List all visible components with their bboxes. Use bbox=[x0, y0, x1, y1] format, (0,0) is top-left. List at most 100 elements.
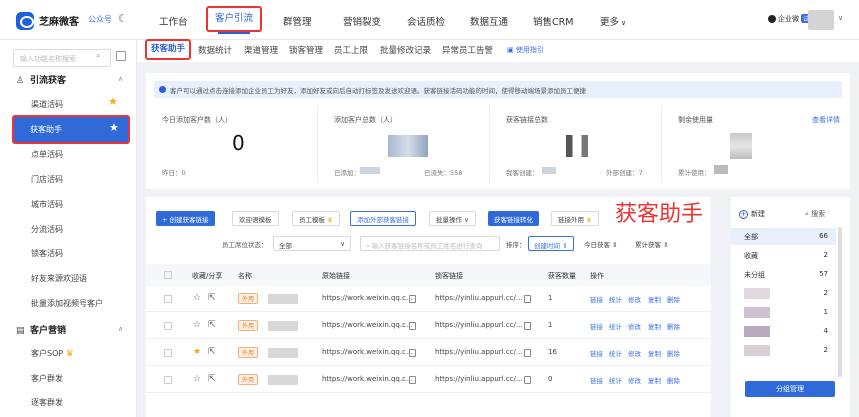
add-external-link-button[interactable]: 添加外部获客链接 bbox=[350, 211, 416, 226]
row-action[interactable]: 复制 bbox=[648, 321, 661, 331]
group-item[interactable]: 1 bbox=[731, 304, 836, 321]
star-icon[interactable]: ★ bbox=[109, 121, 119, 134]
copy-icon[interactable] bbox=[524, 349, 531, 357]
tab-staff-alert[interactable]: 异常员工告警 bbox=[442, 44, 493, 56]
create-link-button[interactable]: + 创建获客链接 bbox=[156, 211, 215, 226]
tab-statistics[interactable]: 数据统计 bbox=[198, 44, 232, 56]
nav-workbench[interactable]: 工作台 bbox=[159, 14, 188, 28]
row-action[interactable]: 链接 bbox=[590, 348, 603, 358]
row-action[interactable]: 修改 bbox=[628, 348, 641, 358]
welcome-template-button[interactable]: 欢迎语模板 bbox=[232, 211, 279, 226]
row-action[interactable]: 复制 bbox=[648, 294, 661, 304]
row-action[interactable]: 复制 bbox=[648, 375, 661, 385]
sidebar-item-channel-code[interactable]: 渠道活码 bbox=[31, 99, 63, 110]
row-action[interactable]: 统计 bbox=[609, 348, 622, 358]
lock-link[interactable]: https://yinliu.appurl.cc/... bbox=[435, 321, 523, 329]
chevron-down-icon[interactable]: ∨ bbox=[838, 14, 843, 22]
row-action[interactable]: 删除 bbox=[667, 294, 680, 304]
staff-template-button[interactable]: 员工模板 ♛ bbox=[292, 211, 340, 226]
star-icon[interactable]: ★ bbox=[108, 95, 118, 108]
nav-customer-acquisition[interactable]: 客户引流 bbox=[206, 6, 262, 34]
group-manage-button[interactable]: 分组管理 bbox=[745, 381, 835, 397]
group-search-button[interactable]: ⌕ 搜索 bbox=[805, 209, 825, 219]
row-action[interactable]: 修改 bbox=[628, 321, 641, 331]
batch-operation-dropdown[interactable]: 批量操作 ∨ bbox=[429, 211, 476, 226]
row-action[interactable]: 统计 bbox=[609, 375, 622, 385]
star-icon[interactable]: ☆ bbox=[193, 320, 201, 330]
original-link[interactable]: https://work.weixin.qq.c... bbox=[322, 294, 413, 302]
row-action[interactable]: 统计 bbox=[609, 294, 622, 304]
sort-total-button[interactable]: 累计获客 ⇕ bbox=[635, 239, 669, 249]
group-item[interactable]: 2 bbox=[731, 285, 836, 302]
usage-guide-link[interactable]: ▣ 使用指引 bbox=[507, 45, 544, 55]
row-checkbox[interactable] bbox=[164, 349, 172, 357]
sidebar-item-mass-send[interactable]: 客户群发 bbox=[31, 373, 63, 384]
original-link[interactable]: https://work.weixin.qq.c... bbox=[322, 321, 413, 329]
link-search-input[interactable]: ⌕ 输入获客链接名称或员工姓名进行查询 bbox=[360, 236, 500, 251]
sidebar-section-marketing[interactable]: ▤ 客户营销 bbox=[16, 323, 66, 336]
nav-crm[interactable]: 销售CRM bbox=[533, 14, 573, 28]
lock-link[interactable]: https://yinliu.appurl.cc/... bbox=[435, 375, 523, 383]
copy-icon[interactable] bbox=[409, 322, 416, 330]
star-icon[interactable]: ★ bbox=[193, 347, 201, 357]
share-icon[interactable]: ⇱ bbox=[208, 293, 216, 303]
row-action[interactable]: 删除 bbox=[667, 321, 680, 331]
chevron-up-icon[interactable]: ∧ bbox=[118, 75, 123, 83]
row-action[interactable]: 链接 bbox=[590, 294, 603, 304]
sidebar-item-welcome-msg[interactable]: 好友来源欢迎语 bbox=[31, 273, 87, 284]
new-group-button[interactable]: + 新建 bbox=[739, 209, 765, 219]
theme-toggle-icon[interactable]: ☾ bbox=[118, 12, 128, 25]
star-icon[interactable]: ☆ bbox=[193, 374, 201, 384]
tab-acquisition-assistant[interactable]: 获客助手 bbox=[145, 39, 191, 60]
nav-marketing[interactable]: 营销裂变 bbox=[343, 14, 381, 28]
sidebar-item-split-code[interactable]: 分流活码 bbox=[31, 224, 63, 235]
tab-lock-mgmt[interactable]: 锁客管理 bbox=[289, 44, 323, 56]
sort-created-button[interactable]: 创建时间 ⇕ bbox=[528, 236, 574, 251]
table-row[interactable]: ★ ⇱ 外用 https://work.weixin.qq.c... https://y… bbox=[146, 340, 711, 366]
table-row[interactable]: ☆ ⇱ 外用 https://work.weixin.qq.c... https://y… bbox=[146, 313, 711, 339]
nav-more[interactable]: 更多 ∨ bbox=[600, 14, 626, 28]
copy-icon[interactable] bbox=[409, 376, 416, 384]
sidebar-item-sop[interactable]: 客户SOP ♛ bbox=[31, 348, 74, 359]
group-item[interactable]: 2 bbox=[731, 342, 836, 359]
sort-today-button[interactable]: 今日获客 ⇕ bbox=[584, 239, 618, 249]
row-action[interactable]: 修改 bbox=[628, 294, 641, 304]
grid-icon[interactable] bbox=[116, 51, 126, 61]
sidebar-item-city-code[interactable]: 城市活码 bbox=[31, 199, 63, 210]
share-icon[interactable]: ⇱ bbox=[208, 320, 216, 330]
share-icon[interactable]: ⇱ bbox=[208, 374, 216, 384]
nav-data-sync[interactable]: 数据互通 bbox=[470, 14, 508, 28]
row-action[interactable]: 统计 bbox=[609, 321, 622, 331]
table-row[interactable]: ☆ ⇱ 外用 https://work.weixin.qq.c... https://y… bbox=[146, 367, 711, 393]
view-details-link[interactable]: 查看详情 bbox=[812, 115, 840, 125]
enterprise-indicator[interactable]: 企业微试 bbox=[768, 14, 812, 24]
scrollbar[interactable] bbox=[838, 227, 842, 377]
table-row[interactable]: ☆ ⇱ 外用 https://work.weixin.qq.c... https://y… bbox=[146, 286, 711, 312]
original-link[interactable]: https://work.weixin.qq.c... bbox=[322, 348, 413, 356]
staff-status-select[interactable]: 全部 ∨ bbox=[273, 236, 351, 251]
row-checkbox[interactable] bbox=[164, 295, 172, 303]
row-action[interactable]: 链接 bbox=[590, 375, 603, 385]
tab-channel-mgmt[interactable]: 渠道管理 bbox=[244, 44, 278, 56]
group-item[interactable]: 4 bbox=[731, 323, 836, 340]
row-action[interactable]: 链接 bbox=[590, 321, 603, 331]
link-external-use-button[interactable]: 链接外用 ♛ bbox=[551, 211, 599, 226]
gzh-link[interactable]: 公众号 bbox=[88, 14, 112, 25]
row-checkbox[interactable] bbox=[164, 376, 172, 384]
search-icon[interactable]: ⌕ bbox=[96, 51, 100, 61]
lock-link[interactable]: https://yinliu.appurl.cc/... bbox=[435, 348, 523, 356]
sidebar-item-store-code[interactable]: 门店活码 bbox=[31, 174, 63, 185]
copy-icon[interactable] bbox=[524, 322, 531, 330]
sidebar-item-video-batch[interactable]: 批量添加视频号客户 bbox=[31, 298, 103, 309]
row-action[interactable]: 修改 bbox=[628, 375, 641, 385]
lock-link[interactable]: https://yinliu.appurl.cc/... bbox=[435, 294, 523, 302]
tab-batch-records[interactable]: 批量修改记录 bbox=[380, 44, 431, 56]
chevron-up-icon[interactable]: ∧ bbox=[118, 325, 123, 333]
copy-icon[interactable] bbox=[409, 349, 416, 357]
nav-session-qc[interactable]: 会话质检 bbox=[407, 14, 445, 28]
row-action[interactable]: 复制 bbox=[648, 348, 661, 358]
row-action[interactable]: 删除 bbox=[667, 375, 680, 385]
sidebar-section-acquisition[interactable]: ♙ 引流获客 bbox=[16, 73, 66, 86]
row-checkbox[interactable] bbox=[164, 322, 172, 330]
link-conversion-button[interactable]: 获客链接转化 bbox=[488, 211, 539, 226]
